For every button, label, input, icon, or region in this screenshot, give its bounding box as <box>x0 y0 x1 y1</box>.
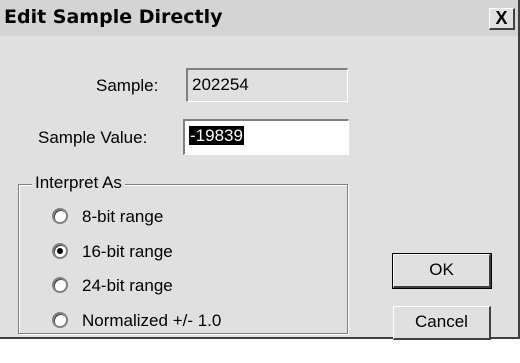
dialog-title: Edit Sample Directly <box>4 6 223 28</box>
radio-button-icon[interactable] <box>52 208 68 224</box>
radio-8bit-label: 8-bit range <box>82 207 164 226</box>
sample-value-input[interactable]: -19839 <box>183 119 349 155</box>
radio-dot-icon <box>57 248 63 254</box>
sample-value-text: -19839 <box>189 126 244 145</box>
ok-button-label: OK <box>429 260 454 279</box>
title-bar[interactable]: Edit Sample Directly X <box>0 0 518 36</box>
radio-button-icon[interactable] <box>52 312 68 328</box>
sample-label: Sample: <box>96 76 159 95</box>
cancel-button-label: Cancel <box>415 312 468 331</box>
sample-value: 202254 <box>192 75 249 94</box>
radio-normalized-label: Normalized +/- 1.0 <box>82 311 222 330</box>
radio-24bit-label: 24-bit range <box>82 276 173 295</box>
radio-16bit-label: 16-bit range <box>82 242 173 261</box>
sample-field: 202254 <box>186 68 348 102</box>
interpret-as-legend: Interpret As <box>32 173 125 193</box>
close-icon: X <box>495 8 508 28</box>
edit-sample-dialog: Edit Sample Directly X Sample: 202254 Sa… <box>0 0 520 340</box>
radio-button-selected-icon[interactable] <box>52 243 68 259</box>
sample-value-label: Sample Value: <box>38 128 148 147</box>
close-button[interactable]: X <box>489 8 515 30</box>
ok-button[interactable]: OK <box>392 253 492 289</box>
radio-button-icon[interactable] <box>52 277 68 293</box>
cancel-button[interactable]: Cancel <box>393 306 491 340</box>
